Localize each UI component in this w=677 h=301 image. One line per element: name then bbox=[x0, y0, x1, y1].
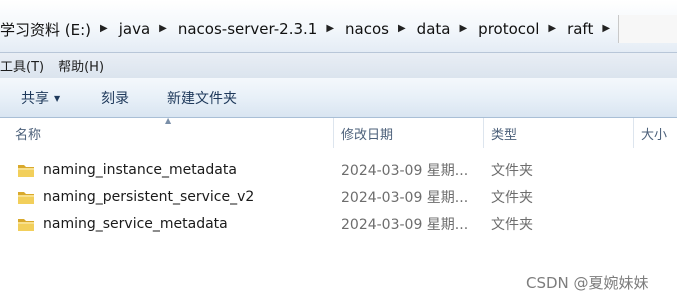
new-folder-button[interactable]: 新建文件夹 bbox=[167, 88, 237, 108]
crumb-drive[interactable]: 学习资料 (E:) bbox=[0, 19, 94, 40]
list-item[interactable]: naming_instance_metadata 2024-03-09 星期..… bbox=[0, 156, 677, 183]
file-name: naming_service_metadata bbox=[43, 215, 228, 232]
burn-button[interactable]: 刻录 bbox=[101, 88, 129, 108]
column-header-name[interactable]: 名称 bbox=[15, 118, 333, 148]
list-item[interactable]: naming_persistent_service_v2 2024-03-09 … bbox=[0, 183, 677, 210]
file-name-cell: naming_persistent_service_v2 bbox=[17, 183, 254, 210]
share-label: 共享 bbox=[21, 91, 49, 107]
file-name-cell: naming_instance_metadata bbox=[17, 156, 237, 183]
crumb-java[interactable]: java bbox=[116, 20, 153, 38]
column-header-row: ▲ 名称 修改日期 类型 大小 bbox=[0, 116, 677, 148]
file-date: 2024-03-09 星期... bbox=[341, 216, 469, 233]
column-divider[interactable] bbox=[633, 118, 634, 148]
file-date: 2024-03-09 星期... bbox=[341, 189, 469, 206]
chevron-right-icon[interactable]: ▶ bbox=[153, 24, 175, 34]
command-bar: 共享 ▼ 刻录 新建文件夹 bbox=[0, 78, 677, 118]
chevron-right-icon[interactable]: ▶ bbox=[453, 24, 475, 34]
file-name: naming_persistent_service_v2 bbox=[43, 188, 255, 205]
folder-icon bbox=[18, 191, 34, 204]
column-header-date[interactable]: 修改日期 bbox=[341, 118, 485, 148]
dropdown-arrow-icon: ▼ bbox=[54, 93, 61, 103]
file-date: 2024-03-09 星期... bbox=[341, 162, 469, 179]
file-type: 文件夹 bbox=[491, 189, 533, 206]
address-dropdown-area[interactable] bbox=[618, 15, 677, 43]
crumb-raft[interactable]: raft bbox=[564, 20, 596, 38]
menu-tools[interactable]: 工具(T) bbox=[0, 56, 52, 75]
column-header-type[interactable]: 类型 bbox=[491, 118, 637, 148]
share-button[interactable]: 共享 ▼ bbox=[21, 88, 60, 108]
folder-icon bbox=[18, 164, 34, 177]
address-bar: 学习资料 (E:) ▶ java ▶ nacos-server-2.3.1 ▶ … bbox=[0, 0, 677, 52]
crumb-nacos[interactable]: nacos bbox=[342, 20, 392, 38]
folder-icon bbox=[18, 218, 34, 231]
file-name: naming_instance_metadata bbox=[43, 161, 237, 178]
column-divider[interactable] bbox=[333, 118, 334, 148]
chevron-right-icon[interactable]: ▶ bbox=[542, 24, 564, 34]
file-type: 文件夹 bbox=[491, 216, 533, 233]
menu-bar: 工具(T) 帮助(H) bbox=[0, 52, 677, 78]
breadcrumb: 学习资料 (E:) ▶ java ▶ nacos-server-2.3.1 ▶ … bbox=[0, 15, 618, 43]
crumb-protocol[interactable]: protocol bbox=[475, 20, 542, 38]
file-name-cell: naming_service_metadata bbox=[17, 210, 228, 237]
chevron-right-icon[interactable]: ▶ bbox=[596, 24, 618, 34]
list-item[interactable]: naming_service_metadata 2024-03-09 星期...… bbox=[0, 210, 677, 237]
new-folder-label: 新建文件夹 bbox=[167, 91, 237, 107]
menu-help[interactable]: 帮助(H) bbox=[58, 56, 112, 75]
column-divider[interactable] bbox=[483, 118, 484, 148]
chevron-right-icon[interactable]: ▶ bbox=[392, 24, 414, 34]
chevron-right-icon[interactable]: ▶ bbox=[94, 24, 116, 34]
chevron-right-icon[interactable]: ▶ bbox=[320, 24, 342, 34]
crumb-nacos-server[interactable]: nacos-server-2.3.1 bbox=[175, 20, 320, 38]
column-header-size[interactable]: 大小 bbox=[641, 118, 677, 148]
file-type: 文件夹 bbox=[491, 162, 533, 179]
watermark: CSDN @夏婉妹妹 bbox=[526, 274, 649, 292]
crumb-data[interactable]: data bbox=[414, 20, 454, 38]
file-list: naming_instance_metadata 2024-03-09 星期..… bbox=[0, 156, 677, 237]
burn-label: 刻录 bbox=[101, 91, 129, 107]
